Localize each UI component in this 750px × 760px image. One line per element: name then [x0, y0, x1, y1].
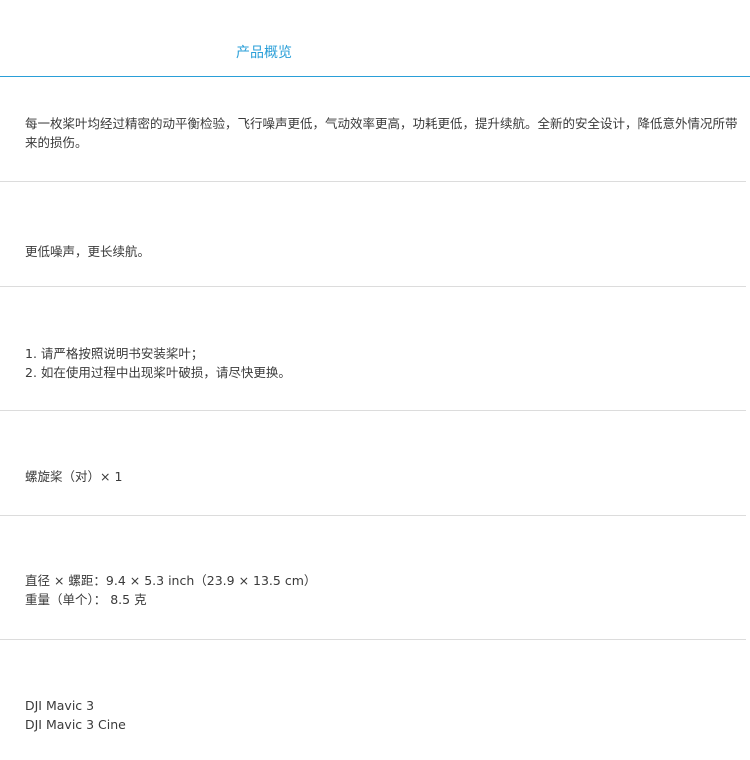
- specs-text: 直径 × 螺距：9.4 × 5.3 inch（23.9 × 13.5 cm） 重…: [25, 571, 738, 609]
- tab-product-overview[interactable]: 产品概览: [236, 42, 292, 62]
- package-text: 螺旋桨（对）× 1: [25, 469, 123, 484]
- spec-dimensions: 直径 × 螺距：9.4 × 5.3 inch（23.9 × 13.5 cm）: [25, 573, 317, 588]
- highlight-section: 更低噪声，更长续航。: [0, 182, 746, 287]
- description-text: 每一枚桨叶均经过精密的动平衡检验，飞行噪声更低，气动效率更高，功耗更低，提升续航…: [25, 116, 738, 150]
- tab-bar: 产品概览: [0, 0, 750, 77]
- spec-weight: 重量（单个）： 8.5 克: [25, 592, 147, 607]
- highlight-text: 更低噪声，更长续航。: [25, 244, 151, 259]
- package-section: 螺旋桨（对）× 1: [0, 411, 746, 516]
- specs-section: 直径 × 螺距：9.4 × 5.3 inch（23.9 × 13.5 cm） 重…: [0, 516, 746, 640]
- compatibility-section: DJI Mavic 3 DJI Mavic 3 Cine: [0, 640, 746, 760]
- compatible-model-1: DJI Mavic 3: [25, 698, 95, 713]
- compatibility-text: DJI Mavic 3 DJI Mavic 3 Cine: [25, 696, 738, 734]
- note-line-1: 1. 请严格按照说明书安装桨叶；: [25, 346, 204, 361]
- note-line-2: 2. 如在使用过程中出现桨叶破损，请尽快更换。: [25, 365, 291, 380]
- notes-section: 1. 请严格按照说明书安装桨叶； 2. 如在使用过程中出现桨叶破损，请尽快更换。: [0, 287, 746, 411]
- description-section: 每一枚桨叶均经过精密的动平衡检验，飞行噪声更低，气动效率更高，功耗更低，提升续航…: [0, 77, 746, 182]
- compatible-model-2: DJI Mavic 3 Cine: [25, 717, 126, 732]
- notes-text: 1. 请严格按照说明书安装桨叶； 2. 如在使用过程中出现桨叶破损，请尽快更换。: [25, 344, 738, 382]
